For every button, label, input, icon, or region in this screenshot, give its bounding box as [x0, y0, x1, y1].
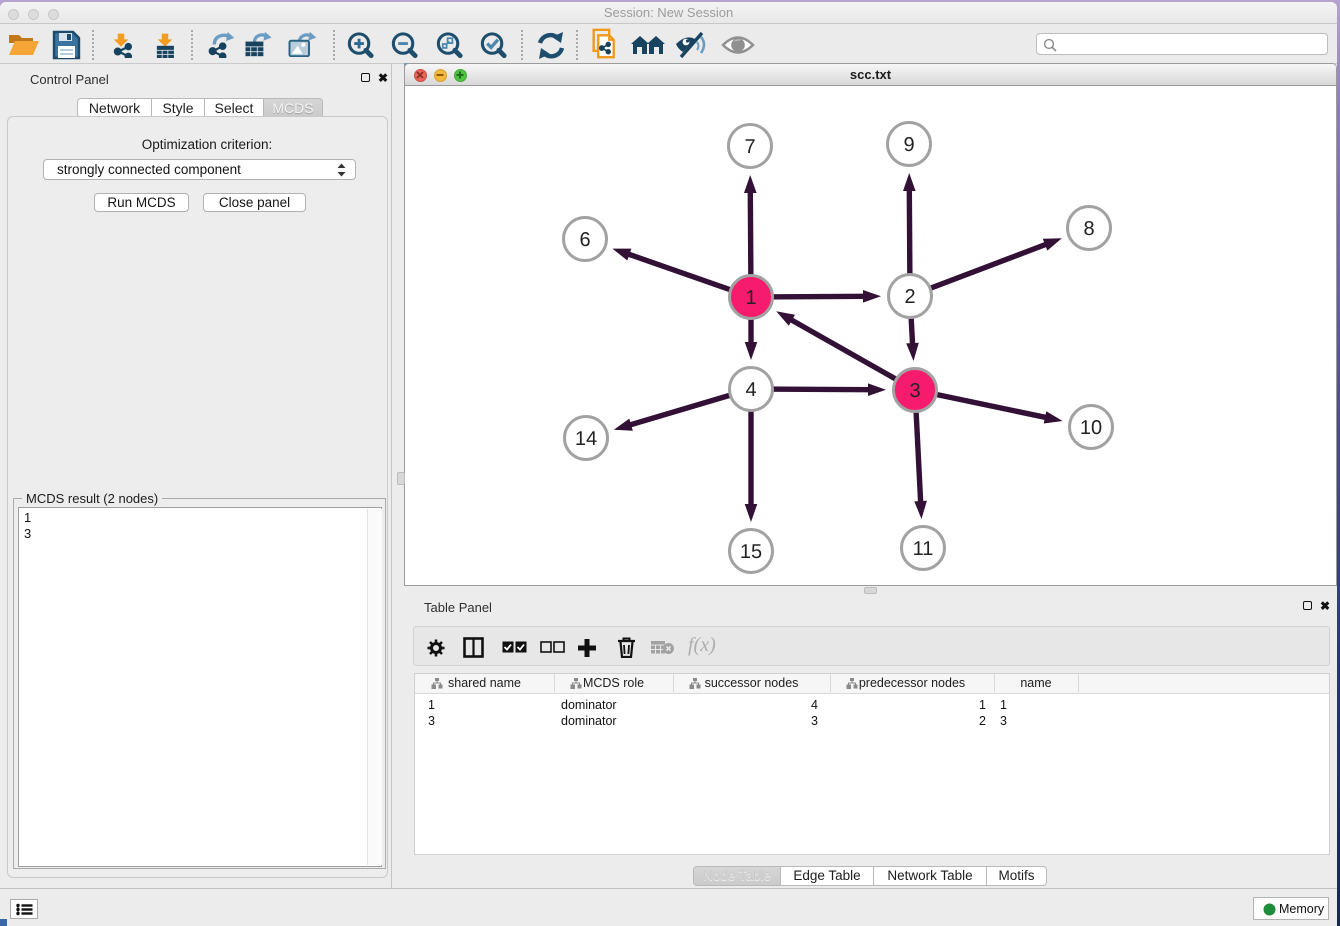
svg-text:6: 6 — [579, 229, 590, 251]
svg-text:10: 10 — [1080, 417, 1102, 439]
svg-text:4: 4 — [745, 379, 756, 401]
svg-text:3: 3 — [909, 380, 920, 402]
svg-text:14: 14 — [575, 428, 597, 450]
svg-text:7: 7 — [744, 136, 755, 158]
svg-text:15: 15 — [740, 541, 762, 563]
svg-text:9: 9 — [903, 134, 914, 156]
svg-text:1: 1 — [745, 287, 756, 309]
svg-text:8: 8 — [1083, 218, 1094, 240]
svg-text:2: 2 — [904, 286, 915, 308]
svg-text:11: 11 — [913, 538, 934, 560]
